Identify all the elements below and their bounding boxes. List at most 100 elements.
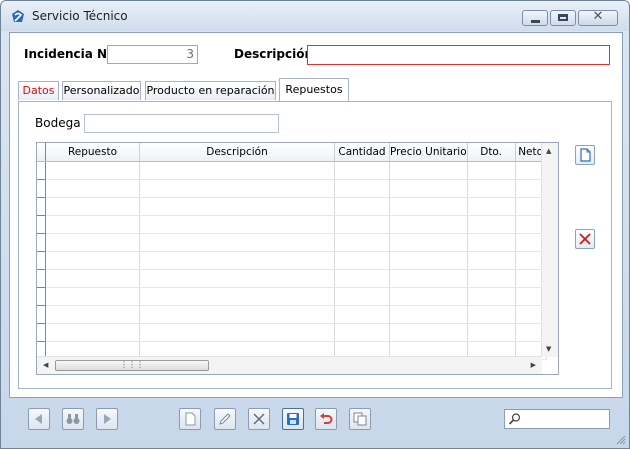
column-header-dto[interactable]: Dto. — [467, 143, 516, 162]
row-selector[interactable] — [37, 287, 46, 306]
tab-producto-en-reparacion[interactable]: Producto en reparación — [145, 81, 276, 100]
scroll-down-icon[interactable]: ▼ — [546, 345, 551, 353]
table-cell[interactable] — [45, 179, 140, 198]
table-cell[interactable] — [139, 269, 335, 288]
search-input[interactable] — [504, 409, 610, 429]
previous-button[interactable] — [28, 408, 50, 430]
horizontal-scroll-thumb[interactable]: ⋮⋮⋮ — [55, 360, 209, 371]
table-cell[interactable] — [334, 197, 390, 216]
table-cell[interactable] — [389, 269, 468, 288]
tab-repuestos[interactable]: Repuestos — [279, 78, 349, 102]
table-cell[interactable] — [334, 323, 390, 342]
table-cell[interactable] — [334, 233, 390, 252]
table-cell[interactable] — [334, 305, 390, 324]
save-button[interactable] — [282, 408, 304, 430]
row-selector[interactable] — [37, 323, 46, 342]
table-cell[interactable] — [389, 287, 468, 306]
descripcion-field[interactable] — [307, 45, 610, 65]
row-selector[interactable] — [37, 161, 46, 180]
vertical-scrollbar[interactable]: ▲ ▼ — [541, 143, 558, 357]
table-cell[interactable] — [334, 161, 390, 180]
table-row[interactable] — [37, 179, 547, 198]
tab-personalizado[interactable]: Personalizado — [62, 81, 141, 100]
scroll-left-icon[interactable]: ◀ — [43, 361, 48, 369]
repuestos-grid[interactable]: Repuesto Descripción Cantidad Precio Uni… — [36, 142, 559, 375]
column-header-descripcion[interactable]: Descripción — [139, 143, 335, 162]
table-cell[interactable] — [139, 179, 335, 198]
row-selector[interactable] — [37, 179, 46, 198]
table-cell[interactable] — [467, 161, 516, 180]
row-selector[interactable] — [37, 305, 46, 324]
table-cell[interactable] — [334, 215, 390, 234]
table-cell[interactable] — [467, 305, 516, 324]
bodega-select[interactable] — [84, 114, 279, 133]
delete-repuesto-button[interactable] — [575, 229, 595, 249]
table-row[interactable] — [37, 287, 547, 306]
table-cell[interactable] — [334, 179, 390, 198]
column-header-repuesto[interactable]: Repuesto — [45, 143, 140, 162]
table-row[interactable] — [37, 197, 547, 216]
resize-grip-icon[interactable] — [614, 433, 626, 445]
add-repuesto-button[interactable] — [575, 145, 595, 165]
copy-record-button[interactable] — [349, 408, 371, 430]
table-cell[interactable] — [45, 323, 140, 342]
column-header-precio-unitario[interactable]: Precio Unitario — [389, 143, 468, 162]
table-cell[interactable] — [467, 287, 516, 306]
table-cell[interactable] — [45, 287, 140, 306]
table-cell[interactable] — [139, 287, 335, 306]
row-selector[interactable] — [37, 251, 46, 270]
table-cell[interactable] — [45, 233, 140, 252]
table-cell[interactable] — [389, 179, 468, 198]
row-selector[interactable] — [37, 215, 46, 234]
table-row[interactable] — [37, 215, 547, 234]
horizontal-scrollbar[interactable]: ◀ ⋮⋮⋮ ▶ — [37, 356, 542, 374]
next-button[interactable] — [96, 408, 118, 430]
scroll-right-icon[interactable]: ▶ — [531, 361, 536, 369]
title-bar[interactable]: Servicio Técnico ✕ — [1, 1, 629, 31]
table-cell[interactable] — [389, 323, 468, 342]
table-row[interactable] — [37, 161, 547, 180]
table-cell[interactable] — [389, 251, 468, 270]
table-cell[interactable] — [139, 161, 335, 180]
tab-datos[interactable]: Datos — [18, 81, 59, 100]
undo-button[interactable] — [315, 408, 337, 430]
table-cell[interactable] — [467, 251, 516, 270]
table-cell[interactable] — [467, 179, 516, 198]
table-cell[interactable] — [139, 251, 335, 270]
table-cell[interactable] — [139, 323, 335, 342]
table-row[interactable] — [37, 269, 547, 288]
table-cell[interactable] — [139, 197, 335, 216]
table-cell[interactable] — [389, 233, 468, 252]
table-cell[interactable] — [467, 233, 516, 252]
table-cell[interactable] — [139, 305, 335, 324]
table-cell[interactable] — [45, 305, 140, 324]
scroll-up-icon[interactable]: ▲ — [546, 147, 551, 155]
close-button[interactable]: ✕ — [578, 9, 618, 26]
table-row[interactable] — [37, 305, 547, 324]
table-cell[interactable] — [389, 161, 468, 180]
minimize-button[interactable] — [522, 10, 548, 26]
table-cell[interactable] — [334, 287, 390, 306]
table-cell[interactable] — [389, 197, 468, 216]
table-row[interactable] — [37, 251, 547, 270]
row-selector[interactable] — [37, 269, 46, 288]
table-cell[interactable] — [139, 215, 335, 234]
table-cell[interactable] — [467, 197, 516, 216]
table-row[interactable] — [37, 323, 547, 342]
table-cell[interactable] — [45, 215, 140, 234]
table-cell[interactable] — [45, 197, 140, 216]
search-record-button[interactable] — [62, 408, 84, 430]
maximize-button[interactable] — [550, 10, 576, 26]
table-cell[interactable] — [467, 215, 516, 234]
table-cell[interactable] — [467, 323, 516, 342]
table-cell[interactable] — [45, 251, 140, 270]
table-cell[interactable] — [467, 269, 516, 288]
new-record-button[interactable] — [179, 408, 201, 430]
table-row[interactable] — [37, 233, 547, 252]
delete-record-button[interactable] — [248, 408, 270, 430]
row-selector[interactable] — [37, 233, 46, 252]
table-cell[interactable] — [389, 215, 468, 234]
table-cell[interactable] — [139, 233, 335, 252]
incidencia-field[interactable]: 3 — [107, 45, 198, 64]
table-cell[interactable] — [45, 269, 140, 288]
